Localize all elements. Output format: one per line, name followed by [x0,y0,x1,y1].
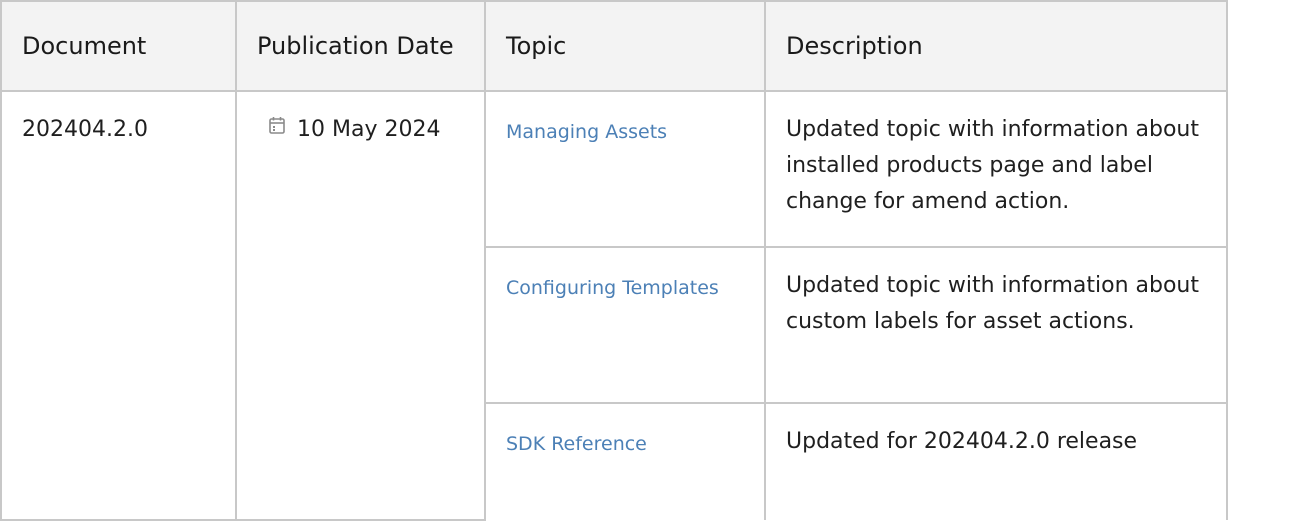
topic-link-configuring-templates[interactable]: Configuring Templates [506,277,719,299]
table-header-row: Document Publication Date Topic Descript… [0,0,1228,92]
header-description: Description [764,0,1228,92]
publication-date-text: 10 May 2024 [297,117,441,142]
table-row: 202404.2.0 10 May 2024 Managing Assets U… [0,90,1228,521]
document-version-cell: 202404.2.0 [0,90,237,521]
header-topic: Topic [484,0,766,92]
header-document: Document [0,0,237,92]
description-cell: Updated for 202404.2.0 release [764,402,1228,520]
header-publication-date: Publication Date [235,0,486,92]
calendar-icon [269,110,285,146]
topic-cell: SDK Reference [484,402,766,520]
topic-link-managing-assets[interactable]: Managing Assets [506,121,667,143]
release-notes-table: Document Publication Date Topic Descript… [0,0,1228,521]
description-cell: Updated topic with information about ins… [764,90,1228,248]
description-cell: Updated topic with information about cus… [764,246,1228,404]
topic-link-sdk-reference[interactable]: SDK Reference [506,433,647,455]
topic-cell: Configuring Templates [484,246,766,404]
topic-cell: Managing Assets [484,90,766,248]
publication-date-cell: 10 May 2024 [235,90,486,521]
